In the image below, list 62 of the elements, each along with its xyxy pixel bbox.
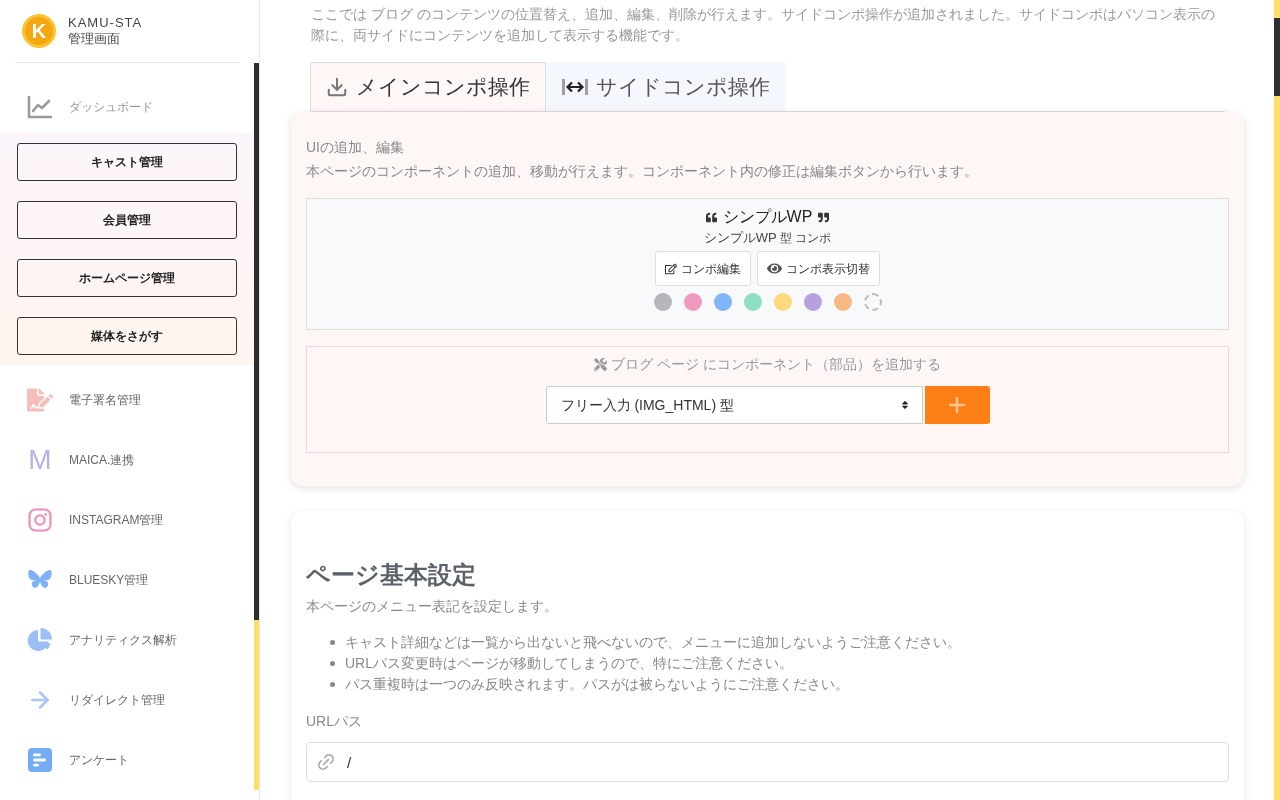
sidebar-scrollbar-thumb[interactable] xyxy=(254,63,259,620)
section-description: 本ページのコンポーネントの追加、移動が行えます。コンポーネント内の修正は編集ボタンから行います。 xyxy=(306,162,979,181)
component-button[interactable]: コンポ編集 xyxy=(655,251,751,286)
color-swatch-icon[interactable] xyxy=(773,293,792,311)
nav-link[interactable]: BLUESKY管理 xyxy=(27,569,149,591)
color-swatch-icon[interactable] xyxy=(803,293,822,311)
bullet-icon xyxy=(330,640,335,645)
add-component-prompt: ブログ ページ にコンポーネント（部品）を追加する xyxy=(611,355,941,373)
menu-button[interactable]: 媒体をさがす xyxy=(17,317,237,355)
page-scrollbar-track[interactable] xyxy=(1274,0,1280,800)
sort-caret-icon xyxy=(899,400,910,410)
note-text: URLパス変更時はページが移動してしまうので、特にご注意ください。 xyxy=(345,654,793,673)
tools-icon xyxy=(594,357,608,371)
url-field-label: URLパス xyxy=(306,712,363,731)
section-title: UIの追加、編集 xyxy=(306,138,405,157)
form-icon xyxy=(28,748,52,772)
signature-document-icon xyxy=(27,387,53,413)
logo-mark: K xyxy=(22,14,56,48)
color-swatch-icon[interactable] xyxy=(653,293,672,311)
eye-icon xyxy=(767,261,782,276)
color-swatch-icon[interactable] xyxy=(833,293,852,311)
app-title: KAMU-STA xyxy=(68,15,143,31)
component-name: シンプルWP xyxy=(722,207,813,227)
note-text: パス重複時は一つのみ反映されます。パスがは被らないようにご注意ください。 xyxy=(345,675,849,694)
pie-chart-icon xyxy=(27,627,53,653)
note-text: キャスト詳細などは一覧から出ないと飛べないので、メニューに追加しないようご注意ください。 xyxy=(345,633,961,652)
color-swatch-icon[interactable] xyxy=(683,293,702,311)
menu-button[interactable]: 会員管理 xyxy=(17,201,237,239)
line-chart-icon xyxy=(27,95,53,119)
component-type-select[interactable]: フリー入力 (IMG_HTML) 型 xyxy=(545,386,923,424)
color-swatch-icon[interactable] xyxy=(713,293,732,311)
sidebar-scrollbar-track[interactable] xyxy=(254,63,259,790)
empty-swatch-icon[interactable] xyxy=(863,293,882,311)
bullet-icon xyxy=(330,682,335,687)
tab[interactable]: サイドコンポ操作 xyxy=(546,62,786,111)
horizontal-arrows-icon xyxy=(562,78,588,96)
download-icon xyxy=(326,76,348,98)
url-input[interactable]: / xyxy=(306,742,1229,782)
camera-icon xyxy=(28,508,52,532)
edit-icon xyxy=(665,262,677,275)
menu-button[interactable]: ホームページ管理 xyxy=(17,259,237,297)
settings-description: 本ページのメニュー表記を設定します。 xyxy=(306,597,559,616)
nav-link[interactable]: 電子署名管理 xyxy=(27,387,141,413)
settings-heading: ページ基本設定 xyxy=(306,561,477,589)
nav-link[interactable]: M MAICA.連携 xyxy=(27,446,135,474)
bullet-icon xyxy=(330,661,335,666)
nav-link[interactable]: INSTAGRAM管理 xyxy=(27,508,164,532)
menu-button[interactable]: キャスト管理 xyxy=(17,143,237,181)
component-button[interactable]: コンポ表示切替 xyxy=(757,251,880,286)
quote-left-icon xyxy=(705,211,717,223)
add-button[interactable] xyxy=(924,386,990,424)
nav-link[interactable]: アンケート xyxy=(27,748,129,772)
app-subtitle: 管理画面 xyxy=(68,31,121,47)
nav-link[interactable]: アナリティクス解析 xyxy=(27,627,177,653)
butterfly-icon xyxy=(27,569,53,591)
color-swatch-icon[interactable] xyxy=(743,293,762,311)
page-scrollbar-thumb[interactable] xyxy=(1274,18,1280,96)
component-type: シンプルWP 型 コンポ xyxy=(703,229,832,247)
tab[interactable]: メインコンポ操作 xyxy=(310,62,546,111)
quote-right-icon xyxy=(818,211,830,223)
nav-link[interactable]: リダイレクト管理 xyxy=(27,687,165,713)
intro-text: ここでは ブログ のコンテンツの位置替え、追加、編集、削除が行えます。サイドコンポ操作が追加されました。サイドコンポはパソコン表示の際に、両サイドにコンテンツを追加して表示する機能です。 xyxy=(311,5,1216,45)
